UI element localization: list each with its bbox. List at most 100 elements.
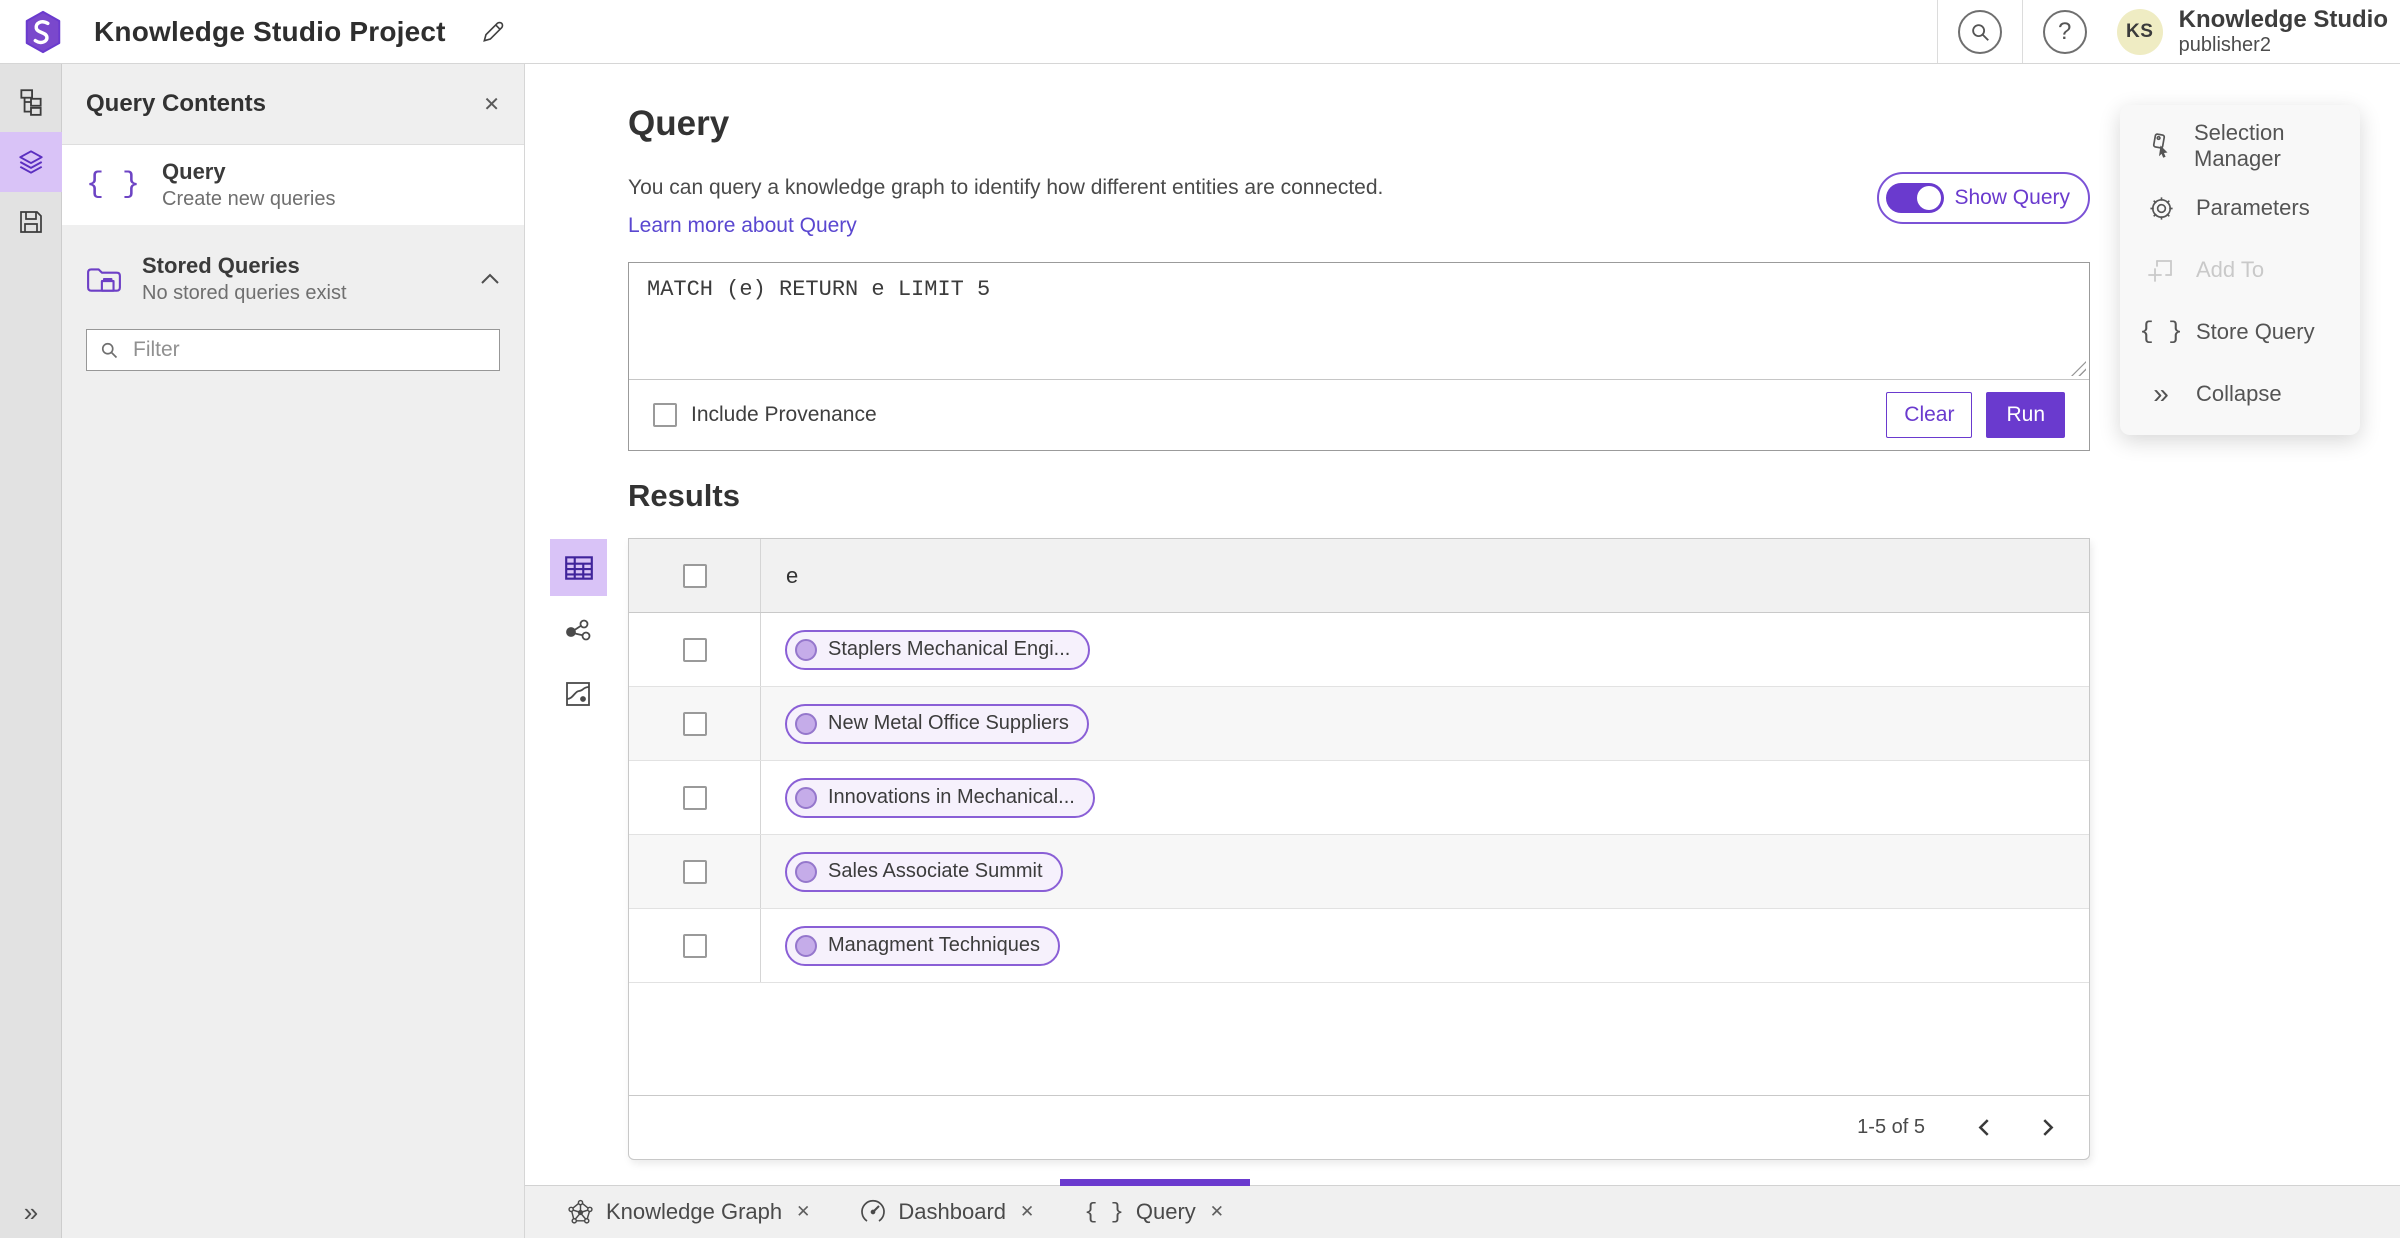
gauge-icon [861, 1200, 886, 1222]
search-button[interactable] [1957, 9, 2002, 54]
query-input[interactable]: MATCH (e) RETURN e LIMIT 5 [629, 263, 2089, 379]
entity-label: Staplers Mechanical Engi... [828, 638, 1071, 660]
account-name: Knowledge Studio [2178, 5, 2388, 33]
view-table-button[interactable] [550, 539, 607, 596]
menu-item-label: Collapse [2196, 381, 2282, 406]
query-editor-card: MATCH (e) RETURN e LIMIT 5 Include Prove… [628, 262, 2090, 451]
entity-chip[interactable]: New Metal Office Suppliers [785, 703, 1089, 744]
entity-chip[interactable]: Sales Associate Summit [785, 851, 1063, 892]
save-icon [20, 211, 42, 233]
menu-item-parameters[interactable]: Parameters [2120, 177, 2360, 239]
table-row: Staplers Mechanical Engi... [629, 613, 2089, 687]
table-header-row: e [629, 539, 2089, 613]
page-title: Query [628, 104, 730, 143]
menu-item-label: Store Query [2196, 319, 2315, 344]
column-header-e: e [786, 562, 799, 588]
rail-expand-button[interactable]: » [0, 1197, 62, 1228]
rail-item-query[interactable] [0, 132, 62, 192]
tab-dashboard[interactable]: Dashboard ✕ [836, 1186, 1060, 1238]
tab-close-button[interactable]: ✕ [1208, 1200, 1226, 1224]
row-checkbox[interactable] [682, 637, 707, 662]
panel-close-button[interactable]: ✕ [483, 92, 500, 117]
include-provenance-label: Include Provenance [691, 403, 877, 426]
tab-label: Dashboard [898, 1199, 1007, 1224]
query-description: You can query a knowledge graph to ident… [628, 176, 1384, 199]
entity-chip[interactable]: Staplers Mechanical Engi... [785, 629, 1091, 670]
tab-close-button[interactable]: ✕ [1018, 1200, 1036, 1224]
stored-queries-header[interactable]: Stored Queries No stored queries exist [86, 253, 500, 305]
menu-item-store-query[interactable]: { } Store Query [2120, 301, 2360, 363]
menu-item-label: Selection Manager [2194, 120, 2285, 171]
collapse-section-button[interactable] [480, 273, 500, 285]
entity-chip[interactable]: Innovations in Mechanical... [785, 777, 1095, 818]
entity-dot-icon [795, 860, 817, 883]
view-tabbar: Knowledge Graph ✕ Dashboard ✕ { } Query … [525, 1179, 2400, 1238]
rail-item-knowledge-graph[interactable] [0, 72, 62, 132]
table-icon [564, 555, 593, 580]
menu-item-selection-manager[interactable]: Selection Manager [2120, 115, 2360, 177]
filter-input[interactable] [86, 329, 500, 371]
search-icon [1971, 23, 1989, 41]
row-checkbox[interactable] [682, 933, 707, 958]
show-query-toggle[interactable]: Show Query [1877, 172, 2090, 224]
panel-item-query[interactable]: { } Query Create new queries [62, 145, 524, 225]
braces-icon: { } [86, 168, 141, 202]
braces-icon: { } [2139, 318, 2183, 346]
pagination-bar: 1-5 of 5 [629, 1095, 2089, 1159]
tab-query[interactable]: { } Query ✕ [1060, 1179, 1250, 1238]
entity-chip[interactable]: Managment Techniques [785, 925, 1060, 966]
network-icon [568, 1199, 593, 1224]
pencil-icon [482, 21, 504, 42]
header-divider [2021, 0, 2023, 63]
panel-title: Query Contents [86, 90, 267, 117]
entity-label: New Metal Office Suppliers [828, 712, 1069, 734]
edit-title-button[interactable] [480, 19, 506, 45]
row-checkbox[interactable] [682, 859, 707, 884]
question-icon: ? [2057, 17, 2072, 45]
tab-close-button[interactable]: ✕ [794, 1200, 812, 1224]
entity-label: Innovations in Mechanical... [828, 786, 1075, 808]
results-table: e Staplers Mechanical Engi... New Metal … [628, 538, 2090, 1160]
include-provenance-checkbox[interactable] [653, 403, 677, 427]
tab-knowledge-graph[interactable]: Knowledge Graph ✕ [543, 1186, 836, 1238]
results-heading: Results [628, 478, 740, 513]
select-all-checkbox[interactable] [682, 563, 707, 588]
stored-queries-subtitle: No stored queries exist [142, 282, 347, 304]
pagination-label: 1-5 of 5 [1857, 1116, 1925, 1138]
row-checkbox[interactable] [682, 785, 707, 810]
chevron-right-icon [2043, 1119, 2054, 1136]
help-button[interactable]: ? [2042, 9, 2087, 54]
account-username: publisher2 [2178, 33, 2271, 56]
layers-icon [19, 150, 43, 174]
entity-label: Sales Associate Summit [828, 860, 1043, 882]
menu-item-collapse[interactable]: » Collapse [2120, 363, 2360, 425]
tab-label: Query [1135, 1199, 1196, 1224]
view-graph-button[interactable] [558, 612, 598, 652]
rail-item-save[interactable] [0, 192, 62, 252]
menu-item-add-to: Add To [2120, 239, 2360, 301]
project-title: Knowledge Studio Project [94, 15, 446, 47]
view-map-button[interactable] [558, 674, 598, 714]
table-empty-area [629, 983, 2089, 1095]
next-page-button[interactable] [2036, 1112, 2061, 1143]
clear-button[interactable]: Clear [1886, 392, 1973, 438]
tag-cursor-icon [2152, 133, 2168, 158]
table-row: New Metal Office Suppliers [629, 687, 2089, 761]
entity-dot-icon [795, 934, 817, 957]
run-button[interactable]: Run [1986, 392, 2065, 438]
app-logo-icon [25, 10, 61, 53]
entity-dot-icon [795, 786, 817, 809]
tab-label: Knowledge Graph [606, 1199, 783, 1224]
table-row: Sales Associate Summit [629, 835, 2089, 909]
row-checkbox[interactable] [682, 711, 707, 736]
account-info: Knowledge Studio publisher2 [2178, 5, 2388, 56]
entity-dot-icon [795, 712, 817, 735]
toggle-label: Show Query [1954, 186, 2070, 209]
previous-page-button[interactable] [1971, 1112, 1996, 1143]
collapse-icon: » [2153, 378, 2169, 409]
learn-more-link[interactable]: Learn more about Query [628, 214, 857, 238]
add-to-icon [2148, 260, 2172, 282]
avatar[interactable]: KS [2116, 8, 2163, 55]
map-icon [566, 682, 590, 706]
folder-icon [87, 268, 121, 292]
